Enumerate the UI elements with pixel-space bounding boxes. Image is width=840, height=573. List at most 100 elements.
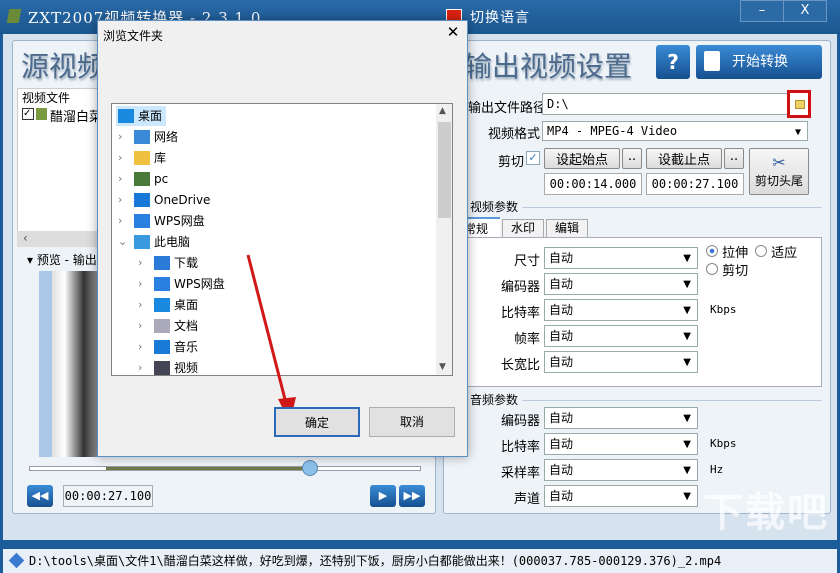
chevron-right-icon[interactable]: › [118, 169, 122, 189]
folder-icon [118, 109, 134, 123]
chevron-right-icon[interactable]: › [118, 190, 122, 210]
folder-icon [154, 298, 170, 312]
minimize-button[interactable]: – [740, 0, 784, 22]
start-convert-button[interactable]: 开始转换 [696, 45, 822, 79]
tree-item[interactable]: › WPS网盘 [118, 211, 332, 231]
set-end-button[interactable]: 设截止点 [646, 148, 722, 169]
tree-item[interactable]: ⌄ 此电脑 [118, 232, 332, 252]
radio-crop-label: 剪切 [722, 264, 749, 279]
tab-watermark[interactable]: 水印 [502, 219, 544, 238]
switch-language[interactable]: 切换语言 [470, 7, 530, 27]
close-button[interactable]: X [783, 0, 827, 22]
play-button[interactable]: ▶ [370, 485, 396, 507]
chevron-right-icon[interactable]: › [138, 295, 142, 315]
radio-crop[interactable]: 剪切 [706, 260, 748, 279]
chevron-right-icon[interactable]: › [118, 127, 122, 147]
video-param-label: 尺寸 [513, 254, 540, 269]
tree-item[interactable]: › pc [118, 169, 332, 189]
chevron-right-icon[interactable]: › [138, 337, 142, 357]
start-time-field[interactable]: 00:00:14.000 [544, 173, 642, 195]
video-param-value: 自动 [549, 277, 574, 291]
video-param-value: 自动 [549, 303, 574, 317]
chevron-right-icon[interactable]: › [118, 211, 122, 231]
tree-item[interactable]: › 库 [118, 148, 332, 168]
document-icon [704, 51, 720, 71]
radio-fit[interactable]: 适应 [755, 242, 797, 261]
video-param-select[interactable]: 自动 ▼ [544, 351, 698, 373]
folder-icon [154, 277, 170, 291]
chevron-right-icon[interactable]: › [138, 274, 142, 294]
source-heading: 源视频 [21, 50, 106, 83]
timeline-slider[interactable] [29, 460, 421, 476]
folder-icon [134, 193, 150, 207]
status-path: D:\tools\桌面\文件1\醋溜白菜这样做，好吃到爆，还特别下饭，厨房小白都… [29, 554, 722, 568]
audio-param-select[interactable]: 自动 ▼ [544, 459, 698, 481]
cut-checkbox[interactable]: ✓ [526, 151, 540, 165]
info-icon [8, 552, 25, 569]
radio-stretch[interactable]: 拉伸 [706, 242, 748, 261]
chevron-right-icon[interactable]: › [138, 316, 142, 336]
audio-param-select[interactable]: 自动 ▼ [544, 485, 698, 507]
preview-thumbnail [39, 271, 103, 457]
video-param-select[interactable]: 自动 ▼ [544, 325, 698, 347]
output-heading: 输出视频设置 [464, 50, 633, 83]
audio-param-select[interactable]: 自动 ▼ [544, 433, 698, 455]
tree-item[interactable]: 桌面 [116, 106, 166, 126]
output-path-field[interactable]: D:\ [542, 93, 810, 115]
chevron-right-icon[interactable]: › [138, 358, 142, 375]
scroll-up-icon[interactable]: ▲ [439, 106, 446, 116]
set-start-button[interactable]: 设起始点 [544, 148, 620, 169]
audio-param-value: 自动 [549, 489, 574, 503]
file-item[interactable]: 醋溜白菜 [50, 106, 102, 125]
tree-item-label: 此电脑 [154, 235, 191, 249]
video-param-label: 比特率 [500, 306, 540, 321]
tree-item-label: 文档 [174, 319, 199, 333]
scroll-thumb[interactable] [438, 122, 451, 218]
format-value: MP4 - MPEG-4 Video [547, 124, 678, 138]
video-param-select[interactable]: 自动 ▼ [544, 299, 698, 321]
video-param-label: 帧率 [513, 332, 540, 347]
format-select[interactable]: MP4 - MPEG-4 Video ▼ [542, 121, 808, 141]
radio-stretch-label: 拉伸 [722, 246, 749, 261]
chevron-right-icon[interactable]: › [118, 148, 122, 168]
audio-param-unit: Hz [710, 463, 724, 476]
dialog-close-button[interactable]: ✕ [442, 23, 464, 45]
preview-label[interactable]: ▾ 预览 - 输出 [27, 251, 97, 268]
tree-item[interactable]: › 网络 [118, 127, 332, 147]
video-param-select[interactable]: 自动 ▼ [544, 247, 698, 269]
audio-params-heading: 音频参数 [470, 393, 519, 407]
help-button[interactable]: ? [656, 45, 690, 79]
ok-button[interactable]: 确定 [274, 407, 360, 437]
horizontal-scrollbar[interactable]: ‹ [17, 231, 107, 247]
tree-item-label: OneDrive [154, 193, 211, 207]
tab-general[interactable]: 常规 [464, 217, 500, 237]
end-time-field[interactable]: 00:00:27.100 [646, 173, 744, 195]
cancel-button[interactable]: 取消 [369, 407, 455, 437]
fast-forward-button[interactable]: ▶▶ [399, 485, 425, 507]
folder-icon [154, 361, 170, 375]
audio-param-label: 编码器 [500, 414, 540, 429]
audio-param-label: 采样率 [500, 466, 540, 481]
end-more-button[interactable]: .. [724, 148, 744, 169]
tree-item[interactable]: › OneDrive [118, 190, 332, 210]
folder-icon [795, 100, 805, 109]
audio-param-value: 自动 [549, 463, 574, 477]
slider-handle[interactable] [302, 460, 318, 476]
files-header: 视频文件 [22, 91, 71, 105]
timeline-range [106, 467, 306, 470]
rewind-button[interactable]: ◀◀ [27, 485, 53, 507]
folder-icon [134, 172, 150, 186]
chevron-down-icon[interactable]: ⌄ [118, 232, 127, 252]
audio-param-select[interactable]: 自动 ▼ [544, 407, 698, 429]
output-panel: 输出视频设置 ? 开始转换 输出文件路径 D:\ 视频格式 MP4 - MPEG… [443, 40, 831, 514]
tab-edit[interactable]: 编辑 [546, 219, 588, 238]
start-more-button[interactable]: .. [622, 148, 642, 169]
file-checkbox[interactable]: ✓ [22, 108, 34, 120]
cut-ends-button[interactable]: ✂ 剪切头尾 [749, 148, 809, 195]
tree-item-label: 库 [154, 151, 167, 165]
scroll-down-icon[interactable]: ▼ [439, 362, 446, 372]
tree-scrollbar[interactable]: ▲ ▼ [436, 104, 452, 375]
video-param-select[interactable]: 自动 ▼ [544, 273, 698, 295]
chevron-right-icon[interactable]: › [138, 253, 142, 273]
browse-folder-button[interactable] [787, 90, 811, 118]
